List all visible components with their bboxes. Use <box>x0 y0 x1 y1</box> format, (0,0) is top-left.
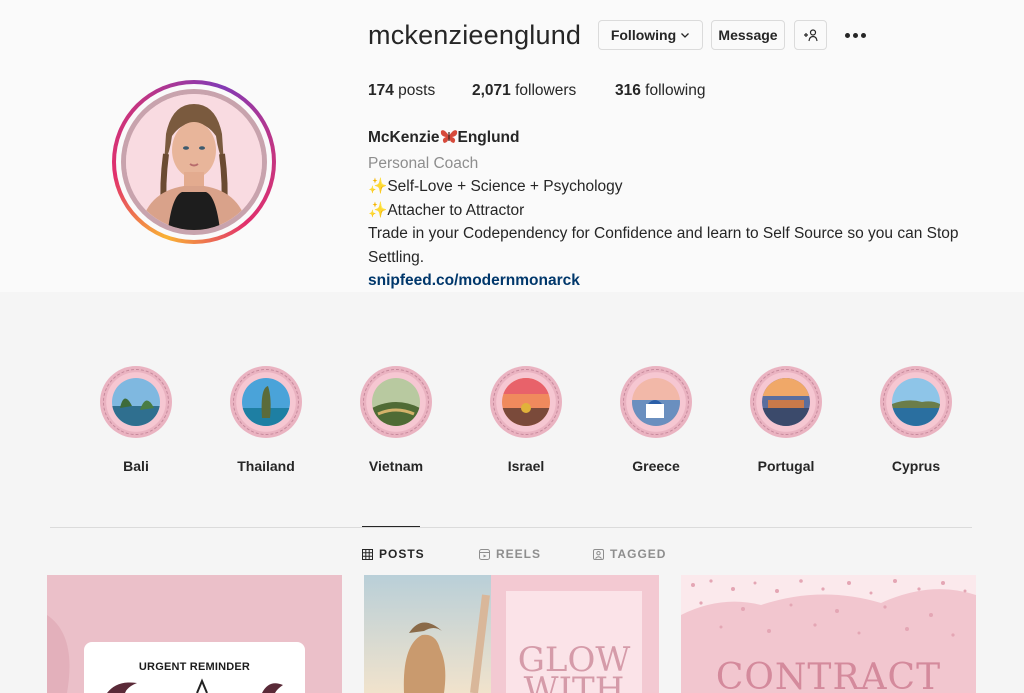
highlight-label: Portugal <box>757 458 815 474</box>
tagged-icon <box>593 548 604 560</box>
followers-link[interactable]: 2,071 followers <box>472 82 576 100</box>
tab-label: REELS <box>496 547 542 561</box>
butterfly-icon <box>440 128 458 152</box>
highlight-label: Cyprus <box>891 458 941 474</box>
tab-label: POSTS <box>379 547 425 561</box>
highlight-cover <box>100 366 172 438</box>
post-tile[interactable]: URGENT REMINDER <box>47 575 342 693</box>
options-more-icon[interactable] <box>843 24 867 46</box>
post-caption-text: CONTRACT <box>715 657 942 693</box>
highlight-label: Greece <box>632 458 680 474</box>
following-link[interactable]: 316 following <box>615 82 706 100</box>
tab-reels[interactable]: REELS <box>479 547 541 561</box>
tab-label: TAGGED <box>610 547 667 561</box>
posts-count: 174 <box>368 82 394 99</box>
highlight-greece[interactable]: Greece <box>591 366 721 474</box>
bio-line: ✨Attacher to Attractor <box>368 201 525 219</box>
post-caption-text: GLOW WITH <box>517 640 631 693</box>
following-count: 316 <box>615 82 641 99</box>
followers-count: 2,071 <box>472 82 511 99</box>
grid-icon <box>362 548 373 560</box>
posts-label: posts <box>393 82 436 99</box>
highlight-bali[interactable]: Bali <box>71 366 201 474</box>
profile-username: mckenzieenglund <box>368 20 582 50</box>
post-image <box>47 575 342 693</box>
highlight-cover <box>360 366 432 438</box>
active-tab-indicator <box>362 526 420 527</box>
avatar-portrait <box>126 94 262 230</box>
bio-line: ✨Self-Love + Science + Psychology <box>368 178 623 195</box>
posts-stat: 174 posts <box>368 82 435 100</box>
avatar-photo <box>126 94 262 230</box>
highlight-cover <box>750 366 822 438</box>
highlight-label: Vietnam <box>368 458 424 474</box>
profile-avatar[interactable] <box>112 80 276 244</box>
sparkles-icon: ✨ <box>368 201 388 219</box>
post-caption-text: URGENT REMINDER <box>138 661 251 673</box>
following-label: following <box>640 82 706 99</box>
tabs-divider <box>50 527 972 528</box>
highlight-cover <box>230 366 302 438</box>
highlight-label: Israel <box>507 458 545 474</box>
highlight-cover <box>490 366 562 438</box>
bio-line: Trade in your Codependency for Confidenc… <box>368 225 959 266</box>
suggested-accounts-button[interactable] <box>794 20 827 50</box>
full-name: McKenzie Englund <box>368 126 978 152</box>
post-tile[interactable]: GLOW WITH <box>364 575 659 693</box>
reels-icon <box>479 548 490 560</box>
highlight-thailand[interactable]: Thailand <box>201 366 331 474</box>
highlight-portugal[interactable]: Portugal <box>721 366 851 474</box>
highlight-vietnam[interactable]: Vietnam <box>331 366 461 474</box>
following-button[interactable]: Following <box>598 20 703 50</box>
following-button-label: Following <box>610 27 677 43</box>
message-button[interactable]: Message <box>711 20 785 50</box>
chevron-down-icon <box>681 33 690 38</box>
profile-bio: McKenzie Englund Personal Coach ✨Self-Lov… <box>368 126 978 293</box>
highlight-cover <box>620 366 692 438</box>
add-person-icon <box>803 29 818 42</box>
highlight-label: Thailand <box>237 458 295 474</box>
bio-link[interactable]: snipfeed.co/modernmonarck <box>368 269 978 293</box>
highlight-israel[interactable]: Israel <box>461 366 591 474</box>
post-tile[interactable]: CONTRACT <box>681 575 976 693</box>
message-button-label: Message <box>718 27 778 43</box>
highlight-label: Bali <box>123 458 149 474</box>
profile-category: Personal Coach <box>368 154 479 172</box>
tab-posts[interactable]: POSTS <box>362 547 425 561</box>
sparkles-icon: ✨ <box>368 178 388 195</box>
tab-tagged[interactable]: TAGGED <box>593 547 666 561</box>
highlight-cover <box>880 366 952 438</box>
highlight-cyprus[interactable]: Cyprus <box>851 366 981 474</box>
followers-label: followers <box>510 82 577 99</box>
